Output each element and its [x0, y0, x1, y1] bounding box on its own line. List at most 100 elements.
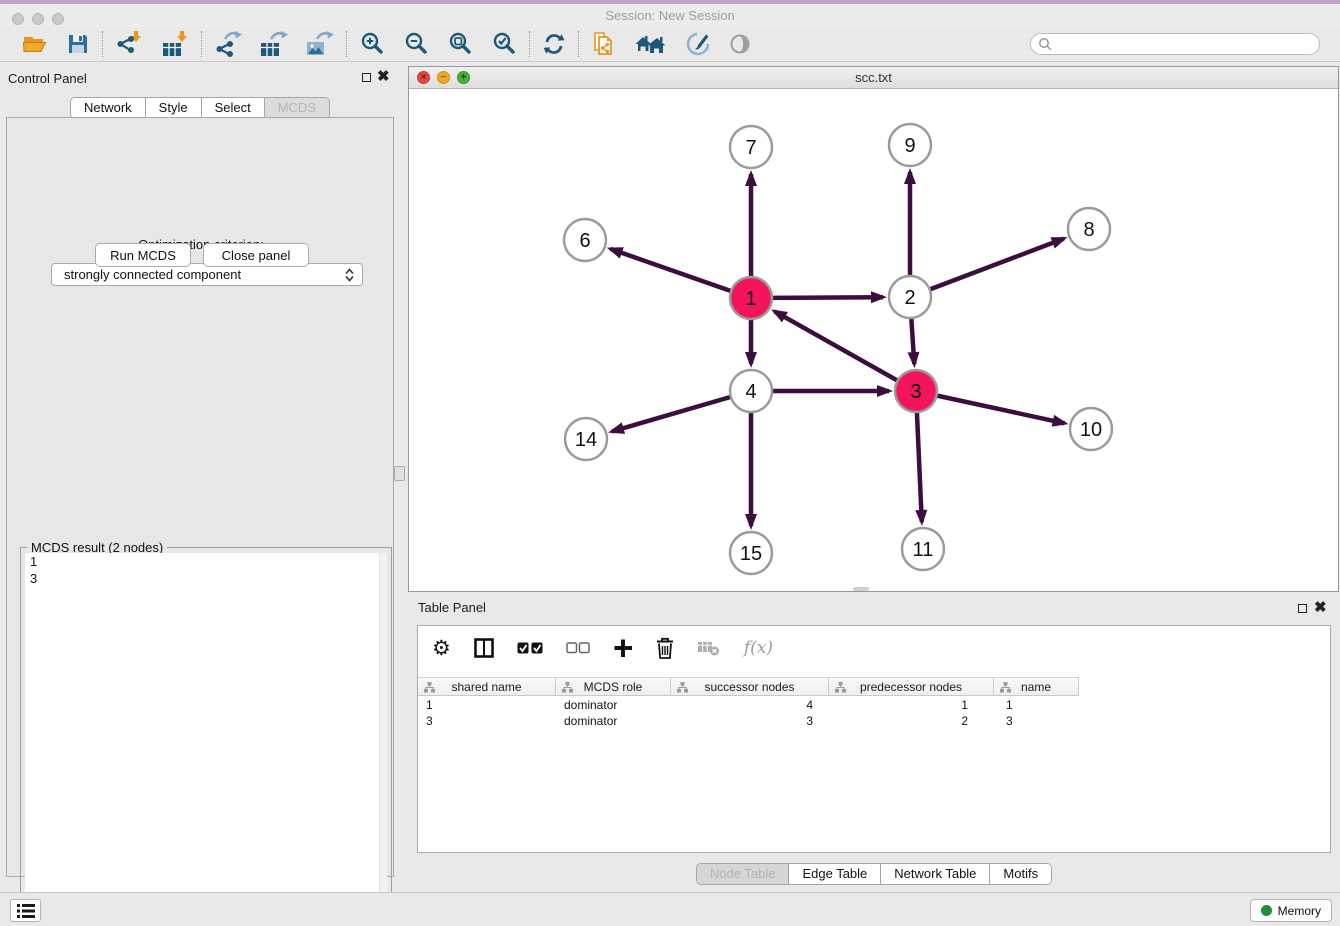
memory-status-icon [1261, 905, 1272, 916]
mcds-result-text[interactable]: 13 [25, 553, 387, 919]
tab-node-table[interactable]: Node Table [697, 864, 789, 884]
trash-icon [656, 637, 674, 659]
show-graphics-details-button[interactable] [729, 33, 751, 55]
tab-network-table[interactable]: Network Table [880, 864, 989, 884]
run-mcds-button[interactable]: Run MCDS [95, 243, 191, 267]
table-header-row: shared nameMCDS role successor nodes prede… [418, 677, 1079, 696]
app-title: Session: New Session [0, 4, 1340, 27]
column-header[interactable]: name [994, 678, 1079, 695]
function-builder-button[interactable]: f(x) [744, 648, 773, 649]
zoom-fit-button[interactable] [447, 31, 473, 57]
minimize-view-button[interactable]: − [437, 71, 450, 84]
tab-mcds[interactable]: MCDS [264, 98, 329, 118]
table-cell[interactable]: 3 [994, 713, 1079, 729]
minimize-window-button[interactable] [32, 13, 44, 25]
set-style-button[interactable] [685, 31, 711, 57]
delete-column-button[interactable] [656, 637, 674, 659]
tab-network[interactable]: Network [71, 98, 145, 118]
zoom-out-button[interactable] [403, 31, 429, 57]
panel-splitter-handle[interactable] [394, 466, 405, 481]
mcds-result-line: 1 [25, 553, 387, 570]
tab-style[interactable]: Style [145, 98, 201, 118]
table-cell[interactable]: 3 [418, 713, 556, 729]
column-header[interactable]: successor nodes [671, 678, 829, 695]
table-cell[interactable]: 1 [829, 697, 994, 713]
network-view-title: scc.txt [409, 67, 1338, 89]
view-splitter-handle[interactable] [853, 587, 869, 591]
zoom-in-button[interactable] [359, 31, 385, 57]
graph-edge[interactable] [611, 249, 732, 291]
graph-edge[interactable] [930, 239, 1064, 290]
graph-node-label: 11 [913, 539, 934, 561]
graph-edge[interactable] [937, 396, 1065, 424]
checked-boxes-icon [517, 641, 543, 655]
export-network-icon [214, 30, 242, 58]
zoom-selected-button[interactable] [491, 31, 517, 57]
control-panel: Control Panel ✖ Network Style Select MCD… [0, 65, 400, 882]
import-table-button[interactable] [161, 30, 189, 58]
paintbrush-icon [685, 31, 711, 57]
search-box [1030, 33, 1320, 55]
network-window-titlebar[interactable]: × − + scc.txt [409, 67, 1338, 89]
open-file-button[interactable] [22, 32, 48, 56]
graph-node-label: 3 [910, 381, 921, 403]
main-toolbar [0, 27, 1340, 62]
close-panel-icon[interactable]: ✖ [377, 71, 390, 83]
table-cell[interactable]: 4 [671, 697, 829, 713]
close-view-button[interactable]: × [417, 71, 430, 84]
zoom-in-icon [359, 31, 385, 57]
select-all-columns-button[interactable] [517, 641, 543, 655]
column-header[interactable]: MCDS role [556, 678, 671, 695]
save-session-button[interactable] [66, 32, 90, 56]
task-history-button[interactable] [10, 899, 41, 922]
add-column-button[interactable] [613, 638, 633, 658]
result-scrollbar[interactable] [379, 553, 387, 919]
import-network-button[interactable] [115, 30, 143, 58]
fx-icon: f(x) [744, 638, 773, 658]
graph-edge[interactable] [612, 397, 731, 432]
table-cell[interactable]: 3 [671, 713, 829, 729]
split-panel-button[interactable] [474, 638, 494, 658]
float-table-panel-icon[interactable] [1298, 604, 1307, 613]
close-panel-button[interactable]: Close panel [203, 243, 309, 267]
export-network-button[interactable] [214, 30, 242, 58]
tab-select[interactable]: Select [201, 98, 264, 118]
search-input[interactable] [1030, 33, 1320, 55]
graph-edge[interactable] [772, 297, 883, 298]
zoom-out-icon [403, 31, 429, 57]
graph-node-label: 15 [740, 543, 762, 565]
column-header-label: successor nodes [704, 680, 794, 694]
zoom-window-button[interactable] [52, 13, 64, 25]
table-cell[interactable]: dominator [556, 713, 671, 729]
column-header-label: predecessor nodes [860, 680, 962, 694]
table-cell[interactable]: 1 [418, 697, 556, 713]
tab-motifs[interactable]: Motifs [989, 864, 1051, 884]
export-table-button[interactable] [260, 30, 288, 58]
table-cell[interactable]: dominator [556, 697, 671, 713]
column-header[interactable]: shared name [418, 678, 556, 695]
table-cell[interactable]: 1 [994, 697, 1079, 713]
float-panel-icon[interactable] [362, 73, 371, 82]
apply-layout-button[interactable] [542, 32, 566, 56]
network-canvas[interactable]: 7968124314101511 [409, 89, 1338, 591]
deselect-all-columns-button[interactable] [566, 641, 590, 655]
tab-edge-table[interactable]: Edge Table [788, 864, 880, 884]
table-cell[interactable]: 2 [829, 713, 994, 729]
table-row[interactable]: 1dominator411 [418, 697, 1330, 713]
table-row[interactable]: 3dominator323 [418, 713, 1330, 729]
network-view-window: × − + scc.txt 7968124314101511 [408, 66, 1339, 592]
sort-tree-icon [424, 682, 435, 693]
export-image-button[interactable] [306, 30, 334, 58]
first-neighbors-button[interactable] [635, 32, 667, 56]
table-settings-button[interactable]: ⚙ [432, 638, 451, 659]
graph-edge[interactable] [917, 412, 922, 522]
column-header[interactable]: predecessor nodes [829, 678, 994, 695]
close-table-panel-icon[interactable]: ✖ [1314, 602, 1327, 614]
graph-edge[interactable] [775, 311, 898, 380]
delete-table-button[interactable] [697, 640, 721, 656]
memory-button[interactable]: Memory [1250, 899, 1332, 922]
maximize-view-button[interactable]: + [457, 71, 470, 84]
clone-network-button[interactable] [591, 30, 617, 58]
graph-edge[interactable] [911, 318, 914, 364]
close-window-button[interactable] [12, 13, 24, 25]
